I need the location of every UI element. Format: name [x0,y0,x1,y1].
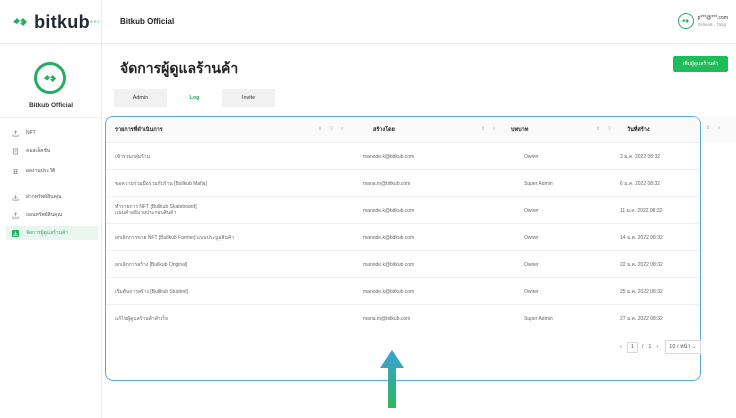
cell-created-by: manode.k@bitkub.com [363,208,415,214]
page-title: จัดการผู้ดูแลร้านค้า [120,60,239,76]
page-total: 1 [648,344,652,350]
cell-role: Super Admin [524,316,553,322]
logo[interactable]: bitkub ART [0,0,102,44]
upload-icon [12,129,19,136]
log-table: รายการที่ดำเนินการ ⇕ ▽ ⌕ สร้างโดย ⇕ ⌕ บท… [105,116,701,381]
sort-search-icon[interactable]: ⇕ ⌕ [706,125,723,131]
page-size-select[interactable]: 10 / หน้า ⌄ [665,340,701,354]
add-admin-button[interactable]: เพิ่มผู้ดูแลร้านค้า [673,56,728,72]
cell-created-by: manode.k@bitkub.com [363,154,415,160]
sidebar-item-history[interactable]: ผลงานประวัติ [6,164,98,178]
sort-filter-search-icon[interactable]: ⇕ ▽ ⌕ [318,126,347,132]
cell-role: Owner [524,154,539,160]
cell-date: 11 ม.ค. 2022 08:32 [620,208,663,214]
cell-role: Owner [524,235,539,241]
cell-date: 6 ม.ค. 2022 08:32 [620,181,661,187]
cell-created-by: manode.k@bitkub.com [363,289,415,295]
manage-icon [12,229,19,237]
cell-action: แก้ไขผู้ดูแลร้านค้าสำเร็จ [115,316,168,322]
tab-admin[interactable]: Admin [114,89,167,107]
main-content: จัดการผู้ดูแลร้านค้า เพิ่มผู้ดูแลร้านค้า… [102,44,736,418]
user-wallet: 0x9ea8...7a5g [697,22,727,27]
shop-avatar [34,62,66,94]
annotation-arrow-icon [380,350,404,408]
sidebar-item-label: ฝากทรัพย์สินคุณ [26,194,62,200]
column-header-role[interactable]: บทบาท [511,126,528,134]
tab-invite[interactable]: Invite [222,89,275,107]
bitkub-logo-icon [43,74,57,82]
shop-title: Bitkub Official [120,17,175,26]
sidebar-item-nft[interactable]: NFT [6,126,98,140]
sidebar-item-label: จัดการผู้ดูแลร้านค้า [26,230,69,236]
cell-created-by: mana.m@bitkub.com [363,316,411,322]
page-number[interactable]: 1 [626,341,638,353]
table-row: เริ่มต้นการสร้าง [Bullkub Student] manod… [106,278,700,305]
column-header-date[interactable]: วันที่สร้าง [627,126,650,134]
top-bar: bitkub ART Bitkub Official p***@***.com … [0,0,736,44]
sidebar-item-manage-admins[interactable]: จัดการผู้ดูแลร้านค้า [6,226,98,240]
cell-role: Super Admin [524,181,553,187]
cell-created-by: manode.k@bitkub.com [363,262,415,268]
cell-action: ยกเลิกการขาย NFT [Bullkub Farmer] แบบประ… [115,235,235,241]
sidebar-item-collection[interactable]: คอลเล็คชั่น [6,144,98,158]
bitkub-logo-icon [682,19,690,23]
prev-page-icon[interactable]: ‹ [620,344,622,350]
brand-name: bitkub [34,11,90,32]
document-icon [12,148,19,154]
table-row: ขอความร่วมมือร่วมกับร้าน [Bullkub Mafia]… [106,170,700,197]
column-header-action[interactable]: รายการที่ดำเนินการ [115,126,163,134]
sidebar-item-deposit[interactable]: ฝากทรัพย์สินคุณ [6,190,98,204]
sidebar: Bitkub Official NFT คอลเล็คชั่น ผลงานประ… [0,44,102,418]
cell-action: ยกเลิกการสร้าง [Bullkub Original] [115,262,188,268]
sort-filter-icon[interactable]: ⇕ ▽ [596,126,614,132]
table-row: ทำรายการ NFT [Bullkub Skateboard] แนบคำอ… [106,197,700,224]
sidebar-item-label: คอลเล็คชั่น [26,148,51,154]
cell-action: ขอความร่วมมือร่วมกับร้าน [Bullkub Mafia] [115,181,207,187]
table-row: เข้าร่วมกลุ่มร้าน manode.k@bitkub.com Ow… [106,143,700,170]
tab-log[interactable]: Log [168,89,221,107]
cell-role: Owner [524,289,539,295]
next-page-icon[interactable]: › [656,344,658,350]
cell-action-line: แนบคำอธิบายประกอบสินค้า [115,210,177,216]
download-icon [12,194,19,200]
user-email: p***@***.com [697,15,728,21]
sidebar-item-label: NFT [26,130,36,136]
grid-icon [12,168,19,174]
chevron-down-icon: ⌄ [692,344,697,350]
sidebar-divider [0,117,102,118]
cell-date: 3 ม.ค. 2022 08:32 [620,154,661,160]
cell-created-by: manode.k@bitkub.com [363,235,415,241]
page-separator: / [641,344,644,350]
tab-bar: Admin Log Invite [114,89,276,107]
cell-date: 22 ม.ค. 2022 08:32 [620,262,663,268]
sidebar-item-withdraw[interactable]: ถอนทรัพย์สินคุณ [6,208,98,222]
cell-role: Owner [524,262,539,268]
shop-name: Bitkub Official [28,102,74,109]
table-header: รายการที่ดำเนินการ ⇕ ▽ ⌕ สร้างโดย ⇕ ⌕ บท… [106,117,700,143]
cell-date: 25 ม.ค. 2022 08:32 [620,289,663,295]
page-size-label: 10 / หน้า [669,344,691,350]
column-header-extra: ⇕ ⌕ [702,116,736,142]
sidebar-item-label: ถอนทรัพย์สินคุณ [26,212,63,218]
table-row: แก้ไขผู้ดูแลร้านค้าสำเร็จ mana.m@bitkub.… [106,305,700,332]
pagination: ‹ 1 / 1 › 10 / หน้า ⌄ [620,340,701,354]
sort-search-icon[interactable]: ⇕ ⌕ [481,126,498,132]
cell-action: เข้าร่วมกลุ่มร้าน [115,154,151,160]
cell-action: เริ่มต้นการสร้าง [Bullkub Student] [115,289,189,295]
table-row: ยกเลิกการสร้าง [Bullkub Original] manode… [106,251,700,278]
sidebar-item-label: ผลงานประวัติ [26,168,56,174]
bitkub-logo-icon [13,18,28,26]
upload-icon [12,211,19,218]
cell-created-by: mana.m@bitkub.com [363,181,411,187]
cell-role: Owner [524,208,539,214]
cell-action: ทำรายการ NFT [Bullkub Skateboard] แนบคำอ… [115,204,197,216]
brand-sub: ART [90,19,101,24]
user-menu[interactable]: p***@***.com 0x9ea8...7a5g [677,13,728,29]
user-avatar [677,13,694,29]
table-row: ยกเลิกการขาย NFT [Bullkub Farmer] แบบประ… [106,224,700,251]
cell-date: 14 ม.ค. 2022 08:32 [620,235,663,241]
cell-date: 27 ม.ค. 2022 08:32 [620,316,663,322]
column-header-created-by[interactable]: สร้างโดย [373,126,395,134]
